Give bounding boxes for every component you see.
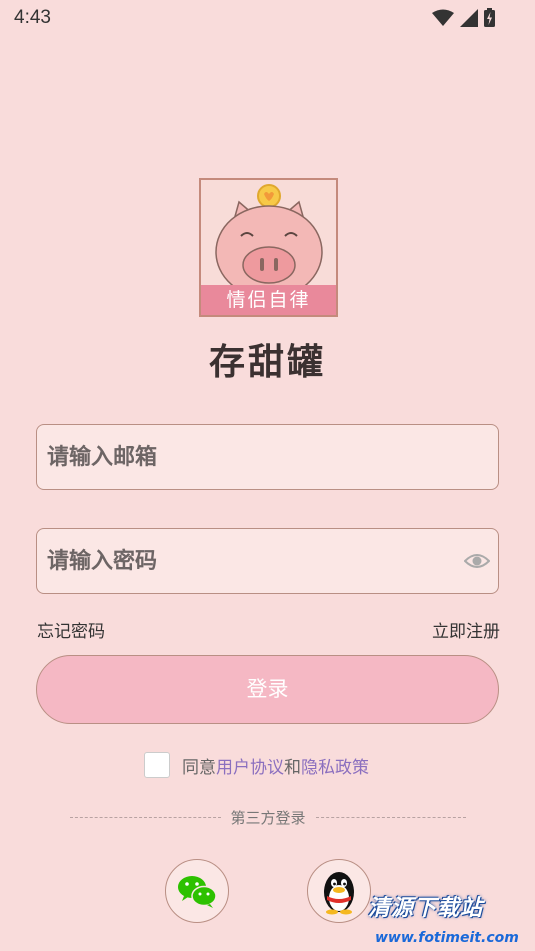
status-icons — [432, 8, 495, 27]
signal-icon — [460, 8, 478, 27]
piggy-bank-icon — [215, 184, 323, 288]
logo-band-text: 情侣自律 — [201, 285, 336, 315]
divider-line-right — [315, 816, 467, 818]
forgot-password-link[interactable]: 忘记密码 — [37, 617, 105, 642]
login-button[interactable]: 登录 — [36, 655, 499, 724]
watermark-url: www.fotimeit.com — [375, 930, 519, 946]
agreement-checkbox[interactable] — [144, 752, 170, 778]
third-party-label: 第三方登录 — [230, 808, 306, 827]
user-agreement-link[interactable]: 用户协议 — [216, 753, 284, 778]
email-field[interactable] — [37, 425, 498, 489]
app-title: 存甜罐 — [208, 341, 326, 383]
third-party-divider: 第三方登录 — [70, 806, 467, 828]
register-link[interactable]: 立即注册 — [432, 617, 500, 642]
wechat-icon — [178, 876, 217, 908]
qq-penguin-icon — [324, 872, 354, 915]
status-bar: 4:43 — [0, 0, 535, 36]
password-field[interactable] — [37, 529, 498, 593]
agreement-prefix: 同意 — [182, 757, 216, 778]
privacy-policy-link[interactable]: 隐私政策 — [301, 753, 369, 778]
battery-icon — [484, 8, 495, 27]
password-field-container — [36, 528, 499, 594]
eye-icon[interactable] — [464, 550, 490, 572]
watermark-title: 清源下载站 — [368, 896, 484, 921]
divider-line-left — [70, 816, 221, 818]
agreement-conjunction: 和 — [284, 757, 301, 778]
agreement-row: 同意 用户协议 和 隐私政策 — [144, 751, 369, 779]
app-logo: 情侣自律 — [199, 178, 338, 317]
wifi-icon — [432, 9, 454, 26]
status-time: 4:43 — [14, 7, 51, 28]
wechat-login-button[interactable] — [165, 859, 229, 923]
qq-login-button[interactable] — [307, 859, 371, 923]
email-field-container — [36, 424, 499, 490]
